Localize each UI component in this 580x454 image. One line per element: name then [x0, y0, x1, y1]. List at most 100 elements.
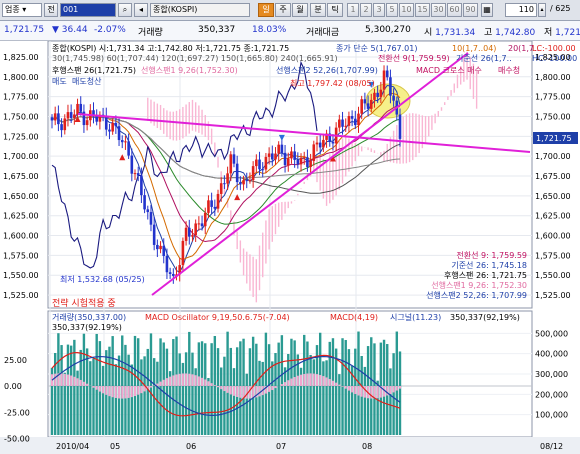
- volume-bar: [200, 341, 204, 435]
- candle-body: [261, 169, 265, 171]
- speaker-icon[interactable]: ◂: [134, 3, 148, 17]
- volume-bar: [204, 343, 207, 435]
- step-60-button[interactable]: 60: [447, 3, 462, 17]
- oscillator-bar: [319, 374, 322, 386]
- period-tick-button[interactable]: 틱: [327, 3, 343, 17]
- oscillator-bar: [236, 386, 239, 397]
- volume-tick-label: 200,000: [535, 390, 568, 399]
- step-2-button[interactable]: 2: [360, 3, 372, 17]
- oscillator-bar: [204, 379, 207, 386]
- volume-bar: [210, 343, 213, 435]
- candle-body: [293, 151, 296, 160]
- price-tick-label: 1,800.00: [3, 73, 39, 82]
- candle-body: [296, 159, 300, 165]
- volume-bar: [111, 336, 114, 435]
- step-3-button[interactable]: 3: [373, 3, 385, 17]
- code-input[interactable]: 001: [60, 3, 116, 17]
- oscillator-bar: [207, 381, 210, 386]
- search-icon[interactable]: ⌕: [118, 3, 132, 17]
- candle-body: [267, 153, 271, 157]
- volume-bar: [258, 360, 261, 435]
- volume-bar: [207, 377, 210, 435]
- step-90-button[interactable]: 90: [463, 3, 478, 17]
- candle-body: [216, 193, 220, 209]
- candle-body: [181, 240, 185, 266]
- oscillator-bar: [338, 384, 341, 386]
- oscillator-tick-label: 25.00: [4, 356, 27, 365]
- step-30-button[interactable]: 30: [431, 3, 446, 17]
- candle-body: [130, 155, 134, 174]
- volume-tick-label: 100,000: [535, 411, 568, 420]
- period-minute-button[interactable]: 분: [310, 3, 326, 17]
- oscillator-bar: [290, 378, 293, 386]
- candle-body: [398, 114, 402, 139]
- low-value: 저 1,721.7: [544, 28, 580, 38]
- oscillator-bar: [73, 376, 76, 386]
- count-stepper[interactable]: ▴: [538, 3, 546, 17]
- step-5-button[interactable]: 5: [386, 3, 398, 17]
- oscillator-bar: [92, 386, 95, 388]
- candle-body: [50, 117, 54, 121]
- svg-text:후행스팬 26: 1,721.75: 후행스팬 26: 1,721.75: [444, 270, 527, 280]
- change-value: ▼ 36.44: [52, 25, 88, 35]
- candle-body: [318, 142, 322, 148]
- volume-bar: [121, 335, 124, 435]
- oscillator-bar: [165, 378, 168, 386]
- volume-bar: [264, 332, 268, 435]
- candle-body: [184, 227, 188, 241]
- volume-bar: [312, 359, 315, 435]
- period-day-button[interactable]: 일: [258, 3, 274, 17]
- oscillator-bar: [315, 374, 318, 386]
- oscillator-tick-label: -50.00: [4, 435, 30, 444]
- type-button[interactable]: 전: [44, 3, 58, 17]
- count-input[interactable]: 110: [505, 3, 537, 17]
- oscillator-bar: [268, 386, 271, 392]
- price-tick-label: 1,675.00: [3, 172, 39, 181]
- candle-body: [120, 140, 124, 143]
- volume-bar: [315, 345, 319, 435]
- oscillator-bar: [248, 386, 251, 399]
- svg-text:선행스팬2 52,26: 1,707.99: 선행스팬2 52,26: 1,707.99: [426, 290, 527, 300]
- oscillator-bar: [357, 386, 360, 396]
- candle-body: [264, 156, 268, 170]
- volume-bar: [165, 348, 169, 435]
- period-month-button[interactable]: 월: [292, 3, 308, 17]
- oscillator-bar: [306, 373, 309, 386]
- volume-bar: [133, 335, 137, 435]
- sub-legend-volume: 거래량(350,337.00): [52, 312, 126, 322]
- chart-area[interactable]: 종합(KOSPI) 시:1,731.34 고:1,742.80 저:1,721.…: [0, 41, 580, 454]
- candle-body: [108, 129, 111, 132]
- market-select[interactable]: 업종 ▾: [2, 3, 42, 17]
- high-value: 고 1,742.80: [484, 28, 536, 38]
- oscillator-bar: [134, 386, 137, 397]
- candle-body: [347, 116, 351, 126]
- candle-body: [133, 173, 137, 175]
- candle-body: [350, 116, 354, 119]
- candle-body: [226, 173, 229, 184]
- legend-lagging: 후행스팬 26(1,721.75): [52, 65, 136, 75]
- candle-body: [200, 223, 204, 227]
- sub-legend-signal: 시그널(11.23): [390, 313, 441, 322]
- volume-bar: [73, 339, 76, 435]
- price-tick-label: 1,650.00: [3, 192, 39, 201]
- oscillator-bar: [86, 383, 89, 386]
- candle-body: [376, 92, 379, 98]
- volume-bar: [245, 373, 248, 435]
- period-week-button[interactable]: 주: [275, 3, 291, 17]
- step-1-button[interactable]: 1: [347, 3, 359, 17]
- date-tick-label: 05: [110, 442, 120, 451]
- oscillator-bar: [95, 386, 98, 390]
- step-10-button[interactable]: 10: [399, 3, 414, 17]
- oscillator-bar: [70, 375, 73, 386]
- candle-body: [338, 119, 341, 128]
- oscillator-bar: [175, 374, 178, 386]
- grid-icon[interactable]: ▦: [481, 3, 493, 17]
- candle-body: [57, 113, 60, 125]
- volume-bar: [283, 367, 287, 435]
- step-15-button[interactable]: 15: [415, 3, 430, 17]
- open-value: 시 1,731.34: [424, 28, 476, 38]
- volume-bar: [79, 349, 82, 435]
- amount-label: 거래대금: [306, 28, 340, 38]
- oscillator-bar: [232, 386, 235, 396]
- candle-body: [156, 244, 159, 250]
